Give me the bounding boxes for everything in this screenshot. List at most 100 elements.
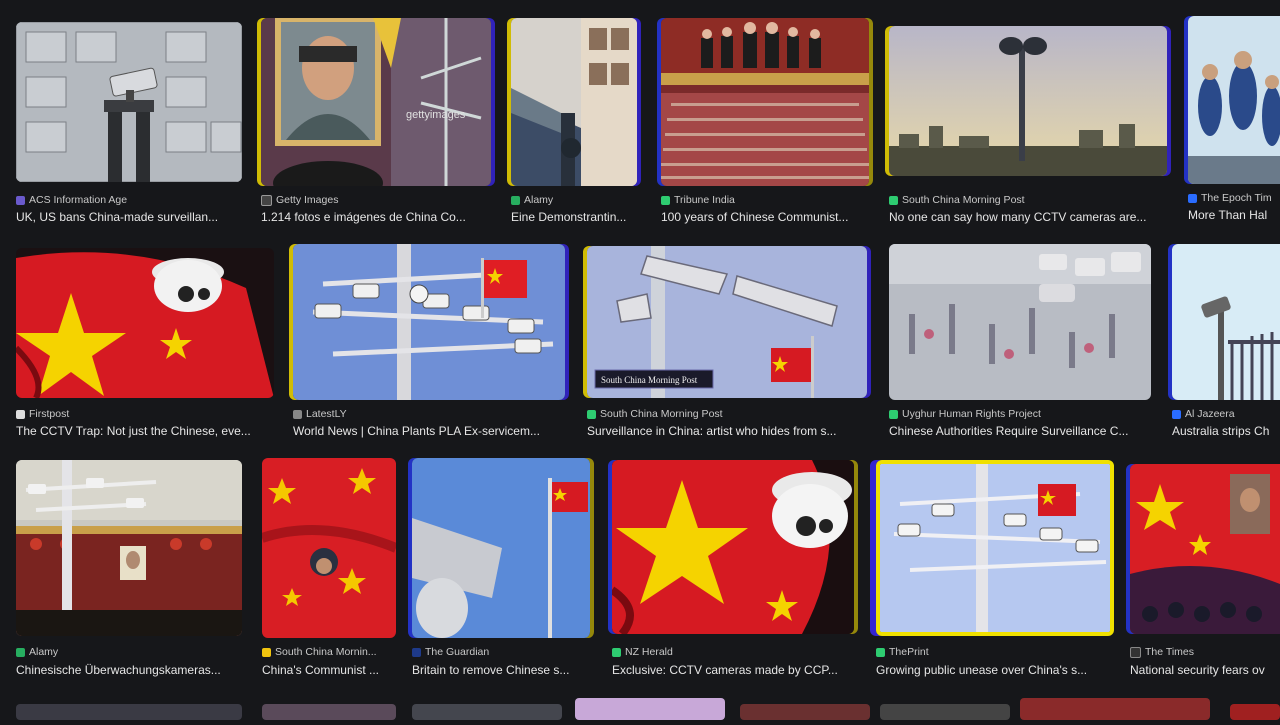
scmp-badge-text: South China Morning Post (601, 375, 698, 385)
favicon-icon (511, 195, 520, 205)
favicon-icon (876, 647, 885, 657)
favicon-icon (412, 647, 421, 657)
favicon-icon (889, 195, 898, 205)
result-card-2[interactable]: gettyimages Getty Images 1.214 fotos e i… (261, 18, 491, 228)
thumbnail-camera-fence[interactable] (1172, 244, 1280, 400)
source-label: Firstpost (29, 408, 70, 420)
result-card-12[interactable]: Alamy Chinesische Überwachungskameras... (16, 460, 244, 682)
getty-watermark: gettyimages (406, 109, 466, 121)
source-label: ACS Information Age (29, 194, 128, 206)
source-label: South China Morning Post (902, 194, 1025, 206)
favicon-icon (293, 409, 302, 419)
favicon-icon (1172, 409, 1181, 419)
result-title[interactable]: Growing public unease over China's s... (876, 663, 1114, 677)
favicon-icon (16, 195, 25, 205)
thumbnail-camera-closeup[interactable]: South China Morning Post (587, 246, 867, 398)
result-source[interactable]: Getty Images (261, 193, 338, 207)
result-source[interactable]: NZ Herald (612, 645, 673, 659)
result-card-15[interactable]: NZ Herald Exclusive: CCTV cameras made b… (612, 460, 856, 682)
thumbnail-flag-camera-large[interactable] (612, 460, 854, 634)
thumbnail-camera-building[interactable] (16, 22, 242, 182)
result-source[interactable]: Firstpost (16, 407, 69, 421)
thumbnail-gate-cameras[interactable] (16, 460, 242, 636)
result-title[interactable]: 1.214 fotos e imágenes de China Co... (261, 210, 491, 224)
result-source[interactable]: Tribune India (661, 193, 735, 207)
result-title[interactable]: Australia strips Ch (1172, 424, 1280, 438)
favicon-icon (889, 409, 898, 419)
thumbnail-camera-street[interactable] (511, 18, 637, 186)
result-card-1[interactable]: ACS Information Age UK, US bans China-ma… (16, 22, 242, 228)
result-title[interactable]: Eine Demonstrantin... (511, 210, 637, 224)
thumbnail-ceremony[interactable] (661, 18, 869, 186)
result-source[interactable]: ThePrint (876, 645, 929, 659)
thumbnail-flag-camera[interactable] (16, 248, 274, 398)
result-title[interactable]: 100 years of Chinese Communist... (661, 210, 869, 224)
favicon-icon (1130, 646, 1141, 658)
result-title[interactable]: Exclusive: CCTV cameras made by CCP... (612, 663, 854, 677)
result-source[interactable]: Al Jazeera (1172, 407, 1235, 421)
source-label: Alamy (29, 646, 59, 658)
thumbnail-camera-sky-flag[interactable] (412, 458, 590, 638)
result-card-9[interactable]: South China Morning Post South China Mor… (587, 246, 869, 444)
result-card-5[interactable]: South China Morning Post No one can say … (889, 26, 1171, 228)
result-card-7[interactable]: Firstpost The CCTV Trap: Not just the Ch… (16, 248, 274, 444)
next-row-thumbnails (0, 698, 1280, 720)
thumbnail-camera-pole-highlighted[interactable] (876, 460, 1114, 636)
result-card-10[interactable]: Uyghur Human Rights Project Chinese Auth… (889, 244, 1153, 444)
result-card-4[interactable]: Tribune India 100 years of Chinese Commu… (661, 18, 871, 228)
result-source[interactable]: Alamy (511, 193, 553, 207)
favicon-icon (661, 195, 670, 205)
source-label: Uyghur Human Rights Project (902, 408, 1041, 420)
source-label: The Epoch Tim (1201, 192, 1272, 204)
source-label: South China Morning Post (600, 408, 723, 420)
result-card-16[interactable]: ThePrint Growing public unease over Chin… (876, 460, 1116, 682)
result-title[interactable]: Surveillance in China: artist who hides … (587, 424, 863, 438)
result-title[interactable]: UK, US bans China-made surveillan... (16, 210, 242, 224)
result-source[interactable]: South China Morning Post (587, 407, 723, 421)
result-source[interactable]: LatestLY (293, 407, 347, 421)
result-card-8[interactable]: LatestLY World News | China Plants PLA E… (293, 244, 567, 444)
result-source[interactable]: The Times (1130, 645, 1194, 659)
result-title[interactable]: Chinesische Überwachungskameras... (16, 663, 242, 677)
result-title[interactable]: Britain to remove Chinese s... (412, 663, 590, 677)
source-label: Al Jazeera (1185, 408, 1235, 420)
thumbnail-party-flags[interactable] (1130, 464, 1280, 634)
result-card-11[interactable]: Al Jazeera Australia strips Ch (1172, 244, 1280, 444)
result-card-6[interactable]: The Epoch Tim More Than Hal (1188, 16, 1280, 228)
result-source[interactable]: South China Morning Post (889, 193, 1025, 207)
favicon-icon (1188, 193, 1197, 203)
favicon-icon (262, 647, 271, 657)
thumbnail-camera-pole-flag[interactable] (293, 244, 565, 400)
result-source[interactable]: ACS Information Age (16, 193, 127, 207)
source-label: Tribune India (674, 194, 735, 206)
source-label: The Guardian (425, 646, 490, 658)
thumbnail-red-flags[interactable] (262, 458, 396, 638)
result-source[interactable]: Uyghur Human Rights Project (889, 407, 1041, 421)
thumbnail-portrait-poster[interactable]: gettyimages (261, 18, 491, 186)
result-card-17[interactable]: The Times National security fears ov (1130, 464, 1280, 682)
result-title[interactable]: Chinese Authorities Require Surveillance… (889, 424, 1151, 438)
result-title[interactable]: No one can say how many CCTV cameras are… (889, 210, 1167, 224)
source-label: Alamy (524, 194, 554, 206)
source-label: LatestLY (306, 408, 347, 420)
result-title[interactable]: World News | China Plants PLA Ex-service… (293, 424, 565, 438)
favicon-icon (587, 409, 596, 419)
result-title[interactable]: China's Communist ... (262, 663, 396, 677)
result-card-14[interactable]: The Guardian Britain to remove Chinese s… (412, 458, 592, 682)
result-source[interactable]: The Guardian (412, 645, 489, 659)
source-label: South China Mornin... (275, 646, 377, 658)
result-title[interactable]: More Than Hal (1188, 208, 1280, 222)
favicon-icon (612, 647, 621, 657)
thumbnail-protest[interactable] (1188, 16, 1280, 184)
source-label: Getty Images (276, 194, 339, 206)
result-title[interactable]: The CCTV Trap: Not just the Chinese, eve… (16, 424, 274, 438)
result-source[interactable]: Alamy (16, 645, 58, 659)
result-source[interactable]: South China Mornin... (262, 645, 377, 659)
result-card-3[interactable]: Alamy Eine Demonstrantin... (511, 18, 639, 228)
source-label: NZ Herald (625, 646, 673, 658)
result-source[interactable]: The Epoch Tim (1188, 191, 1272, 205)
thumbnail-street-traffic[interactable] (889, 244, 1151, 400)
thumbnail-lamp-post-skyline[interactable] (889, 26, 1167, 176)
result-title[interactable]: National security fears ov (1130, 663, 1280, 677)
result-card-13[interactable]: South China Mornin... China's Communist … (262, 458, 396, 682)
